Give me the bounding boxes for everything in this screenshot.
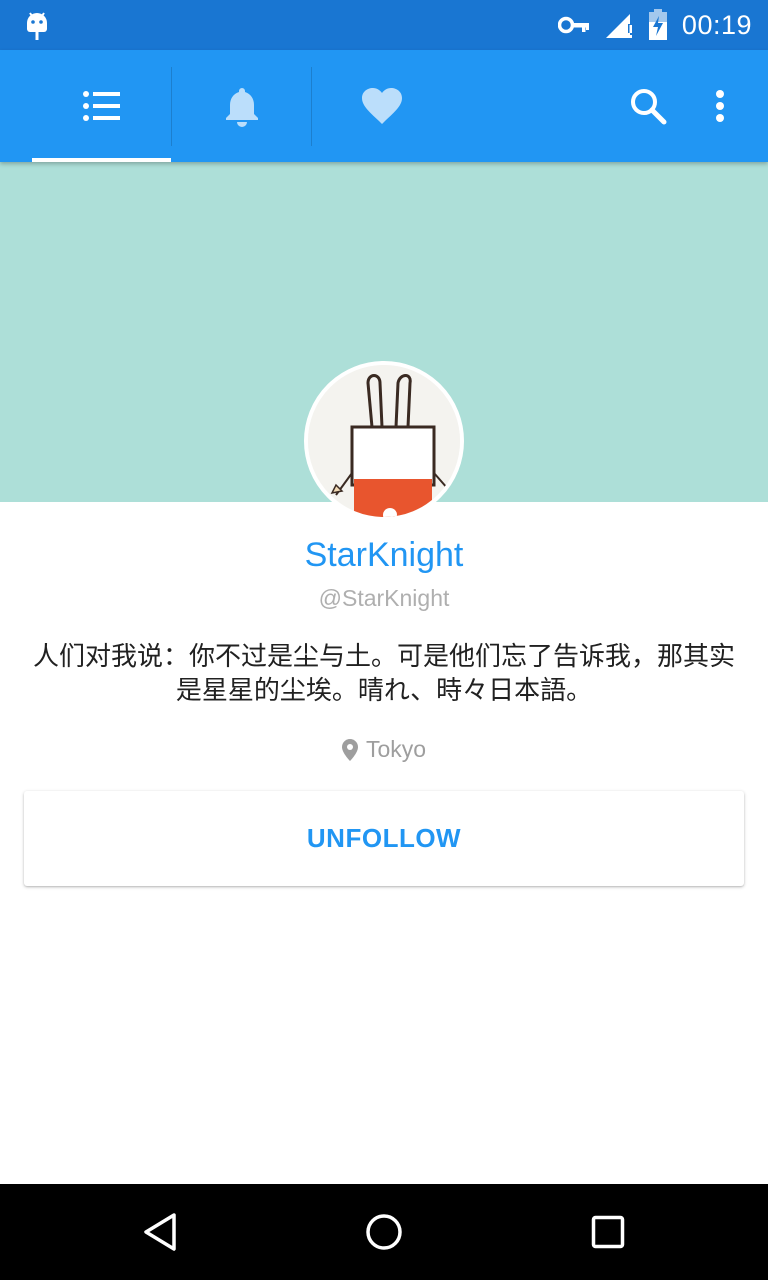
tab-indicator xyxy=(32,158,171,162)
location: Tokyo xyxy=(0,736,768,763)
unfollow-button[interactable]: UNFOLLOW xyxy=(24,791,744,886)
rabbit-avatar-image xyxy=(308,365,460,517)
recents-button[interactable] xyxy=(578,1202,638,1262)
recents-icon xyxy=(591,1215,625,1249)
avatar[interactable] xyxy=(304,361,464,521)
overflow-menu-button[interactable] xyxy=(692,78,748,134)
list-icon xyxy=(82,91,120,121)
display-name: StarKnight xyxy=(304,536,464,574)
system-nav-bar xyxy=(0,1184,768,1280)
profile-bio: 人们对我说：你不过是尘与土。可是他们忘了告诉我，那其实是星星的尘埃。晴れ、時々日… xyxy=(32,642,735,706)
tab-favorites[interactable] xyxy=(312,50,451,162)
back-icon xyxy=(144,1213,176,1251)
unfollow-label: UNFOLLOW xyxy=(306,823,462,853)
bell-icon xyxy=(225,88,258,127)
home-icon xyxy=(366,1214,402,1250)
location-text: Tokyo xyxy=(365,736,427,762)
more-vert-icon xyxy=(716,90,724,122)
back-button[interactable] xyxy=(130,1202,190,1262)
status-bar: 00:19 xyxy=(0,0,768,50)
home-button[interactable] xyxy=(354,1202,414,1262)
battery-charging-icon xyxy=(648,9,667,40)
app-bar xyxy=(0,50,768,162)
search-button[interactable] xyxy=(620,78,676,134)
search-icon xyxy=(631,89,667,125)
location-pin-icon xyxy=(341,738,358,761)
status-time: 00:19 xyxy=(681,9,752,40)
user-handle: @StarKnight xyxy=(318,585,450,611)
heart-icon xyxy=(361,88,402,124)
signal-icon xyxy=(605,14,633,38)
tab-notifications[interactable] xyxy=(172,50,311,162)
tab-home-timeline[interactable] xyxy=(32,50,171,162)
vpn-key-icon xyxy=(557,16,589,34)
android-debug-icon xyxy=(27,12,47,40)
